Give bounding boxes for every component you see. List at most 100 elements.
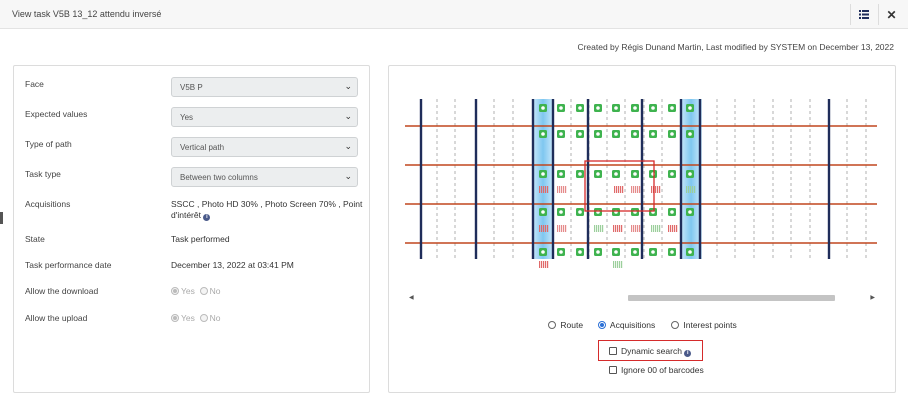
camera-lens [578,250,582,254]
state-value: Task performed [171,234,230,244]
path-type-label: Type of path [25,139,72,149]
download-no-radio[interactable] [199,287,208,295]
window-title: View task V5B 13_12 attendu inversé [12,9,162,19]
path-type-select[interactable]: Vertical path ⌄ [171,137,358,157]
camera-lens [596,132,600,136]
expected-values-select[interactable]: Yes ⌄ [171,107,358,127]
dynamic-search-label: Dynamic search [621,346,682,356]
acquisitions-radio[interactable] [598,321,606,329]
barcode-mark [633,225,635,232]
camera-lens [559,106,563,110]
barcode-mark [616,186,618,193]
barcode-mark [694,186,696,193]
barcode-mark [622,186,624,193]
acquisitions-line-1: SSCC , Photo HD 30% , Photo Screen 70% ,… [171,199,363,209]
camera-lens [541,172,545,176]
barcode-mark [543,186,545,193]
interest-points-label: Interest points [683,320,737,330]
barcode-mark [559,186,561,193]
barcode-mark [559,225,561,232]
ignore-barcodes-checkbox[interactable] [609,366,617,374]
upload-yes-label: Yes [181,313,195,323]
dynamic-search-checkbox[interactable] [609,347,617,355]
close-button[interactable]: ✕ [878,4,904,25]
barcode-mark [561,225,563,232]
allow-upload-options: Yes No [171,313,220,324]
barcode-mark [618,186,620,193]
ignore-barcodes-option[interactable]: Ignore 00 of barcodes [609,365,704,375]
face-select[interactable]: V5B P ⌄ [171,77,358,97]
barcode-mark [637,225,639,232]
camera-lens [614,172,618,176]
camera-lens [670,106,674,110]
barcode-mark [617,225,619,232]
barcode-mark [594,225,596,232]
camera-lens [633,250,637,254]
path-type-value: Vertical path [180,143,225,152]
download-yes-radio[interactable] [171,287,179,295]
acquisitions-value: SSCC , Photo HD 30% , Photo Screen 70% ,… [171,199,362,221]
acquisitions-line-2: d'intérêt [171,210,201,220]
barcode-mark [596,225,598,232]
dynamic-search-option[interactable]: Dynamic search i [609,346,692,357]
camera-lens [578,106,582,110]
info-icon[interactable]: i [203,214,211,221]
upload-no-label: No [209,313,221,323]
camera-lens [670,250,674,254]
barcode-mark [686,186,688,193]
barcode-mark [631,225,633,232]
camera-lens [596,250,600,254]
camera-lens [670,132,674,136]
upload-yes-radio[interactable] [171,314,179,322]
upload-no-radio[interactable] [199,314,208,322]
camera-lens [670,172,674,176]
task-type-select[interactable]: Between two columns ⌄ [171,167,358,187]
barcode-mark [565,186,567,193]
camera-lens [596,172,600,176]
view-option-acquisitions[interactable]: Acquisitions [598,320,655,330]
performance-date-value: December 13, 2022 at 03:41 PM [171,260,294,270]
barcode-mark [690,186,692,193]
barcode-mark [563,225,565,232]
resize-handle[interactable] [0,212,3,224]
scroll-left-icon[interactable]: ◀ [409,294,414,301]
camera-lens [541,210,545,214]
barcode-mark [657,186,659,193]
barcode-mark [635,225,637,232]
list-icon [858,10,869,19]
camera-lens [578,210,582,214]
barcode-mark [545,186,547,193]
camera-lens [614,106,618,110]
barcode-mark [653,225,655,232]
acquisitions-option-label: Acquisitions [609,320,656,330]
scroll-right-icon[interactable]: ▶ [870,294,875,301]
barcode-mark [543,225,545,232]
camera-lens [633,172,637,176]
list-view-button[interactable] [850,4,876,25]
barcode-mark [613,261,615,268]
interest-points-radio[interactable] [671,321,679,329]
ignore-barcodes-label: Ignore 00 of barcodes [621,365,704,375]
download-yes-label: Yes [181,286,195,296]
barcode-mark [635,186,637,193]
view-option-interest-points[interactable]: Interest points [671,320,737,330]
barcode-mark [621,225,623,232]
barcode-mark [539,261,541,268]
state-label: State [25,234,45,244]
camera-lens [688,250,692,254]
camera-lens [541,106,545,110]
route-radio[interactable] [548,321,556,329]
view-option-route[interactable]: Route [548,320,583,330]
camera-lens [541,250,545,254]
shelf-diagram[interactable] [389,94,897,289]
barcode-mark [615,261,617,268]
camera-lens [578,132,582,136]
horizontal-scrollbar[interactable]: ◀ ▶ [407,294,877,302]
scroll-thumb[interactable] [628,295,835,301]
camera-lens [688,210,692,214]
barcode-mark [541,186,543,193]
barcode-mark [619,225,621,232]
camera-lens [651,250,655,254]
info-icon[interactable]: i [684,350,692,357]
barcode-mark [613,225,615,232]
